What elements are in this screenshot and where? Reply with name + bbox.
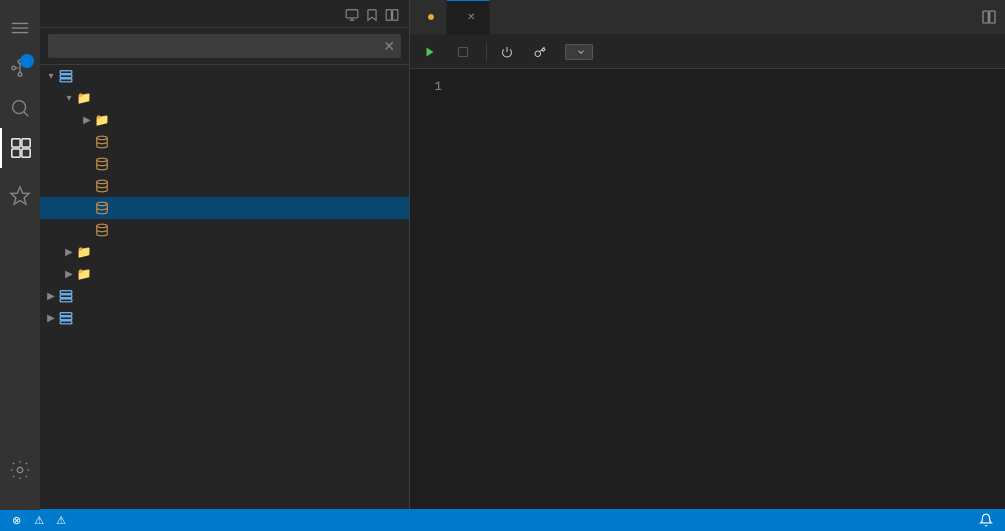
activity-bar-git[interactable] bbox=[0, 176, 40, 216]
sidebar-header bbox=[40, 0, 409, 28]
search-box-container: ✕ bbox=[40, 28, 409, 65]
status-bar-left: ⊗ ⚠ ⚠ bbox=[8, 514, 73, 527]
cancel-button[interactable] bbox=[451, 44, 478, 60]
tree-system-databases[interactable]: ▶ 📁 bbox=[40, 109, 409, 131]
search-clear-icon[interactable]: ✕ bbox=[383, 38, 395, 55]
chevron-right-icon: ▶ bbox=[62, 247, 76, 258]
chevron-right-icon: ▶ bbox=[62, 269, 76, 280]
bookmark-icon[interactable] bbox=[365, 5, 379, 21]
tree-efsampledb[interactable] bbox=[40, 175, 409, 197]
status-bar: ⊗ ⚠ ⚠ bbox=[0, 509, 1005, 531]
tree-container: ▾ ▾ 📁 ▶ 📁 bbox=[40, 65, 409, 531]
chevron-right-icon: ▶ bbox=[44, 313, 58, 324]
editor-content: 1 bbox=[410, 69, 1005, 531]
tab-modified-dot bbox=[428, 14, 434, 20]
disconnect-button[interactable] bbox=[495, 44, 522, 60]
tree-tutorialdb[interactable] bbox=[40, 197, 409, 219]
database-icon bbox=[94, 156, 110, 172]
search-input[interactable] bbox=[48, 34, 401, 58]
tab-sqlquery3[interactable]: ✕ bbox=[447, 0, 490, 35]
activity-bar-extensions[interactable] bbox=[0, 128, 40, 168]
tree-databasename[interactable] bbox=[40, 153, 409, 175]
database-dropdown[interactable] bbox=[565, 44, 593, 60]
activity-bar-bottom bbox=[0, 450, 40, 490]
folder-icon: 📁 bbox=[76, 244, 92, 260]
activity-bar-source-control[interactable] bbox=[0, 48, 40, 88]
editor-area: ✕ bbox=[410, 0, 1005, 531]
status-error-count[interactable]: ⊗ bbox=[8, 514, 28, 527]
status-warning-count[interactable]: ⚠ ⚠ bbox=[30, 514, 73, 527]
run-button[interactable] bbox=[418, 44, 445, 60]
line-number-1: 1 bbox=[410, 77, 442, 97]
warning-icon: ⚠ bbox=[34, 514, 44, 527]
status-bar-right bbox=[905, 513, 997, 527]
toolbar-separator bbox=[486, 43, 487, 61]
tab-close-icon[interactable]: ✕ bbox=[465, 11, 477, 24]
database-icon bbox=[94, 134, 110, 150]
monitor-icon[interactable] bbox=[345, 5, 359, 21]
change-connection-button[interactable] bbox=[528, 44, 555, 60]
folder-icon: 📁 bbox=[76, 266, 92, 282]
code-editor[interactable] bbox=[450, 73, 1005, 89]
sidebar-header-icons bbox=[345, 5, 399, 21]
settings-button[interactable] bbox=[0, 450, 40, 490]
status-notifications[interactable] bbox=[975, 513, 997, 527]
chevron-right-icon: ▶ bbox=[44, 291, 58, 302]
toolbar bbox=[410, 35, 1005, 69]
split-icon[interactable] bbox=[385, 5, 399, 21]
chevron-right-icon: ▶ bbox=[80, 115, 94, 126]
line-numbers: 1 bbox=[410, 69, 450, 531]
server-icon bbox=[58, 310, 74, 326]
folder-icon: 📁 bbox=[94, 112, 110, 128]
activity-bar bbox=[0, 0, 40, 510]
sidebar: ✕ ▾ ▾ 📁 ▶ 📁 bbox=[40, 0, 410, 531]
activity-bar-search[interactable] bbox=[0, 88, 40, 128]
tree-adventureworks[interactable] bbox=[40, 131, 409, 153]
database-icon bbox=[94, 200, 110, 216]
warning-icon2: ⚠ bbox=[56, 514, 66, 527]
tree-server-root[interactable]: ▾ bbox=[40, 65, 409, 87]
chevron-down-icon: ▾ bbox=[44, 71, 58, 82]
source-control-badge bbox=[20, 54, 34, 68]
error-icon: ⊗ bbox=[12, 514, 21, 527]
tree-databases-folder[interactable]: ▾ 📁 bbox=[40, 87, 409, 109]
tab-bar: ✕ bbox=[410, 0, 1005, 35]
tree-server-objects[interactable]: ▶ 📁 bbox=[40, 263, 409, 285]
main-container: ✕ ▾ ▾ 📁 ▶ 📁 bbox=[40, 0, 1005, 531]
folder-icon: 📁 bbox=[76, 90, 92, 106]
tree-wideworldimporters[interactable] bbox=[40, 219, 409, 241]
tree-security[interactable]: ▶ 📁 bbox=[40, 241, 409, 263]
tab-layout-button[interactable] bbox=[973, 8, 1005, 26]
database-icon bbox=[94, 178, 110, 194]
database-icon bbox=[94, 222, 110, 238]
tree-second-server[interactable]: ▶ bbox=[40, 285, 409, 307]
server-icon bbox=[58, 288, 74, 304]
tab-sqlquery2[interactable] bbox=[410, 0, 447, 35]
activity-bar-explorer[interactable] bbox=[0, 8, 40, 48]
tree-third-server[interactable]: ▶ bbox=[40, 307, 409, 329]
server-icon bbox=[58, 68, 74, 84]
chevron-down-icon: ▾ bbox=[62, 93, 76, 104]
